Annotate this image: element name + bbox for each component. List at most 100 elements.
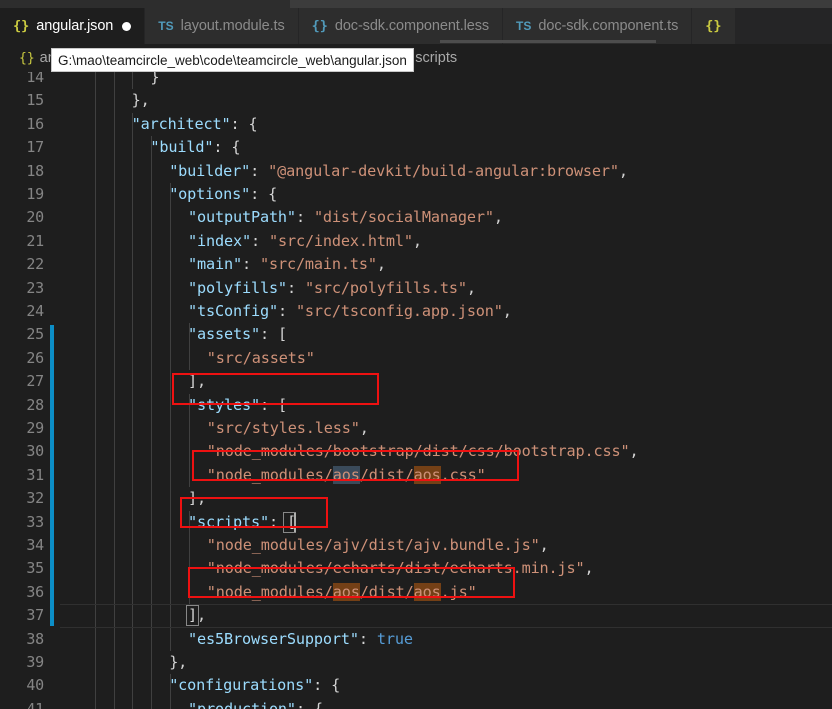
line-number: 21 bbox=[26, 231, 44, 250]
token: "architect" bbox=[131, 114, 231, 133]
code-text: "options": { bbox=[169, 183, 277, 206]
token: : [ bbox=[259, 395, 287, 414]
editor-line[interactable]: 28 "styles": [ bbox=[0, 394, 832, 417]
token: , bbox=[502, 302, 512, 320]
line-number: 29 bbox=[26, 419, 44, 437]
editor-line[interactable]: 33 "scripts": [ bbox=[0, 511, 832, 534]
line-number: 17 bbox=[26, 138, 44, 157]
token: }, bbox=[131, 91, 150, 110]
editor-line[interactable]: 29 "src/styles.less", bbox=[0, 417, 832, 440]
editor-tab-bar[interactable]: {} angular.json TS layout.module.ts {} doc-sd… bbox=[0, 8, 832, 44]
token: "src/polyfills.ts" bbox=[304, 278, 467, 297]
editor-line[interactable]: 16 "architect": { bbox=[0, 113, 832, 136]
code-text: "configurations": { bbox=[169, 674, 340, 697]
editor-line[interactable]: 20 "outputPath": "dist/socialManager", bbox=[0, 206, 832, 229]
token: : { bbox=[295, 699, 323, 709]
editor-line[interactable]: 23 "polyfills": "src/polyfills.ts", bbox=[0, 277, 832, 300]
token: "main" bbox=[188, 255, 242, 274]
code-text: "node_modules/echarts/dist/echarts.min.j… bbox=[207, 557, 594, 580]
editor-line[interactable]: 17 "build": { bbox=[0, 136, 832, 159]
editor-tab-doc-sdk-component-less[interactable]: {} doc-sdk.component.less bbox=[298, 8, 504, 44]
code-text: "styles": [ bbox=[188, 394, 287, 417]
editor-tab-label: doc-sdk.component.ts bbox=[538, 18, 679, 34]
editor-line[interactable]: 24 "tsConfig": "src/tsconfig.app.json", bbox=[0, 300, 832, 323]
code-text: "build": { bbox=[150, 136, 240, 159]
token: "index" bbox=[188, 231, 251, 250]
token: , bbox=[466, 278, 476, 297]
editor-line[interactable]: 27], bbox=[0, 370, 832, 393]
editor-line[interactable]: 37], bbox=[0, 604, 832, 627]
editor-line[interactable]: 34 "node_modules/ajv/dist/ajv.bundle.js", bbox=[0, 534, 832, 557]
editor-line[interactable]: 14} bbox=[0, 72, 832, 89]
editor-line[interactable]: 22 "main": "src/main.ts", bbox=[0, 253, 832, 276]
token: "node_modules/ bbox=[206, 582, 333, 601]
token: , bbox=[629, 442, 639, 461]
editor-line[interactable]: 31 "node_modules/aos/dist/aos.css" bbox=[0, 464, 832, 487]
editor-line[interactable]: 18 "builder": "@angular-devkit/build-angu… bbox=[0, 160, 832, 183]
token: , bbox=[584, 559, 594, 578]
line-number: 25 bbox=[26, 325, 44, 344]
unsaved-dot-icon[interactable] bbox=[122, 21, 132, 31]
token: "src/styles.less" bbox=[206, 419, 360, 437]
code-text: "main": "src/main.ts", bbox=[188, 253, 386, 276]
code-text: "outputPath": "dist/socialManager", bbox=[188, 206, 503, 229]
token: , bbox=[412, 231, 422, 250]
code-editor[interactable]: 14} 15}, 16 "architect": {17 "build": {18 "bu… bbox=[0, 72, 832, 709]
code-text: "assets": [ bbox=[188, 323, 287, 346]
line-number: 22 bbox=[26, 255, 44, 274]
token: /dist/ bbox=[359, 465, 414, 484]
tab-bar-scrollbar[interactable] bbox=[440, 40, 656, 43]
line-number: 27 bbox=[26, 372, 44, 391]
editor-line[interactable]: 38 "es5BrowserSupport": true bbox=[0, 628, 832, 651]
editor-line[interactable]: 35 "node_modules/echarts/dist/echarts.min… bbox=[0, 557, 832, 580]
token: : bbox=[286, 278, 305, 297]
token: } bbox=[150, 72, 160, 86]
typescript-icon: TS bbox=[158, 19, 174, 33]
line-number: 31 bbox=[26, 465, 44, 484]
code-text: "scripts": [ bbox=[188, 511, 296, 534]
line-number: 39 bbox=[26, 653, 44, 671]
token: }, bbox=[169, 653, 188, 671]
editor-line[interactable]: 15}, bbox=[0, 89, 832, 112]
code-text: "src/assets" bbox=[207, 347, 315, 370]
editor-tab-angular-json[interactable]: {} angular.json bbox=[0, 8, 146, 44]
editor-line[interactable]: 41 "production": { bbox=[0, 698, 832, 709]
token: "node_modules/bootstrap/dist/css/bootstr… bbox=[206, 442, 630, 461]
highlight-find: aos bbox=[332, 582, 360, 601]
editor-tab-layout-module-ts[interactable]: TS layout.module.ts bbox=[145, 8, 299, 44]
editor-line[interactable]: 40 "configurations": { bbox=[0, 674, 832, 697]
editor-line[interactable]: 21 "index": "src/index.html", bbox=[0, 230, 832, 253]
editor-line[interactable]: 25 "assets": [ bbox=[0, 323, 832, 346]
code-text: "node_modules/aos/dist/aos.css" bbox=[207, 464, 486, 487]
token: "polyfills" bbox=[188, 278, 287, 297]
token: : { bbox=[230, 114, 258, 133]
editor-line[interactable]: 32], bbox=[0, 487, 832, 510]
vscode-window: {} angular.json TS layout.module.ts{} doc-sd… bbox=[0, 0, 832, 709]
line-number: 20 bbox=[26, 208, 44, 227]
token: "node_modules/echarts/dist/echarts.min.j… bbox=[206, 559, 585, 578]
editor-line[interactable]: 26 "src/assets" bbox=[0, 347, 832, 370]
token: "production" bbox=[188, 699, 296, 709]
token: : bbox=[250, 231, 269, 250]
token: "src/assets" bbox=[206, 348, 315, 367]
token: .css" bbox=[440, 465, 486, 484]
token: "options" bbox=[169, 185, 251, 203]
token: : { bbox=[213, 138, 241, 157]
editor-tab-overflow[interactable]: {} bbox=[692, 8, 736, 44]
token: "builder" bbox=[169, 161, 251, 180]
token: ], bbox=[188, 372, 206, 391]
json-braces-icon: {} bbox=[705, 18, 722, 34]
line-number: 15 bbox=[26, 91, 44, 110]
editor-line[interactable]: 19 "options": { bbox=[0, 183, 832, 206]
editor-tab-doc-sdk-component-ts[interactable]: TS doc-sdk.component.ts bbox=[503, 8, 693, 44]
line-number: 26 bbox=[26, 348, 44, 367]
code-text: "builder": "@angular-devkit/build-angula… bbox=[169, 160, 628, 183]
title-bar-strip bbox=[0, 0, 832, 8]
editor-line[interactable]: 39}, bbox=[0, 651, 832, 674]
token: /dist/ bbox=[359, 582, 414, 601]
editor-line[interactable]: 36 "node_modules/aos/dist/aos.js" bbox=[0, 581, 832, 604]
line-number: 36 bbox=[26, 582, 44, 601]
editor-line[interactable]: 30 "node_modules/bootstrap/dist/css/boots… bbox=[0, 440, 832, 463]
code-text: "node_modules/ajv/dist/ajv.bundle.js", bbox=[207, 534, 549, 557]
token: "src/main.ts" bbox=[259, 255, 377, 274]
